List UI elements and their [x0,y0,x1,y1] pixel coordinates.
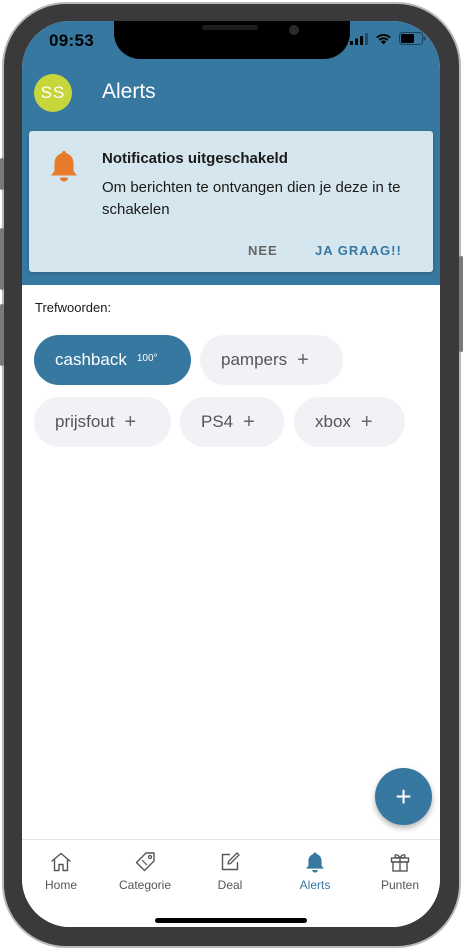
keyword-chip-cashback[interactable]: cashback 100° [34,335,191,385]
battery-icon [399,32,426,45]
tab-punten[interactable]: Punten [358,850,440,892]
accept-button[interactable]: JA GRAAG!! [315,243,402,258]
tab-label: Alerts [299,878,331,892]
side-button [0,158,4,190]
bell-icon [306,852,324,873]
plus-icon: + [124,410,137,433]
plus-icon: + [395,780,412,812]
notification-banner: Notificatios uitgeschakeld Om berichten … [29,131,433,272]
status-icons [350,32,426,45]
decline-button[interactable]: NEE [248,243,278,258]
device-notch [114,21,350,59]
keyword-chip-prijsfout[interactable]: prijsfout + [34,397,171,447]
tab-deal[interactable]: Deal [188,850,272,892]
power-button [459,256,463,352]
plus-icon: + [243,410,255,433]
tag-icon [135,852,155,872]
wifi-icon [376,33,391,44]
notch-camera [289,25,299,35]
tab-categorie[interactable]: Categorie [103,850,187,892]
chip-label: pampers [221,350,288,369]
plus-icon: + [360,410,373,433]
bell-icon [51,151,77,182]
signal-icon [350,32,368,45]
keyword-chip-pampers[interactable]: pampers + [200,335,343,385]
avatar[interactable]: SS [34,74,72,112]
keywords-label: Trefwoorden: [35,300,112,315]
home-indicator [155,918,307,923]
add-keyword-button[interactable]: + [375,768,432,825]
tab-label: Deal [217,878,243,892]
volume-up-button [0,228,4,290]
chip-count: 100° [136,352,158,364]
banner-message: Om berichten te ontvangen dien je deze i… [102,179,401,218]
chip-label: prijsfout [55,412,115,431]
status-bar: 09:53 [22,21,440,65]
banner-title: Notificatios uitgeschakeld [102,150,288,167]
volume-down-button [0,304,4,366]
plus-icon: + [297,348,309,371]
edit-icon [221,852,240,871]
chip-label: PS4 [201,412,234,431]
tab-alerts[interactable]: Alerts [273,850,357,892]
tab-label: Home [44,878,77,892]
app-header: 09:53 SS Alerts Notificatios uitgeschake… [22,21,440,285]
chip-label: xbox [315,412,351,431]
page-title: Alerts [102,80,156,103]
bottom-tab-bar: Home Categorie Deal Alerts Punten [22,839,440,927]
app-screen: 09:53 SS Alerts Notificatios uitgeschake… [22,21,440,927]
keyword-chip-xbox[interactable]: xbox + [294,397,405,447]
tab-label: Punten [380,878,420,892]
notch-speaker [202,25,258,30]
gift-icon [390,854,410,872]
status-time: 09:53 [49,31,94,50]
home-icon [51,852,71,872]
tab-label: Categorie [118,878,172,892]
keyword-chip-ps4[interactable]: PS4 + [180,397,284,447]
chip-label: cashback [55,350,127,369]
tab-home[interactable]: Home [22,850,103,892]
